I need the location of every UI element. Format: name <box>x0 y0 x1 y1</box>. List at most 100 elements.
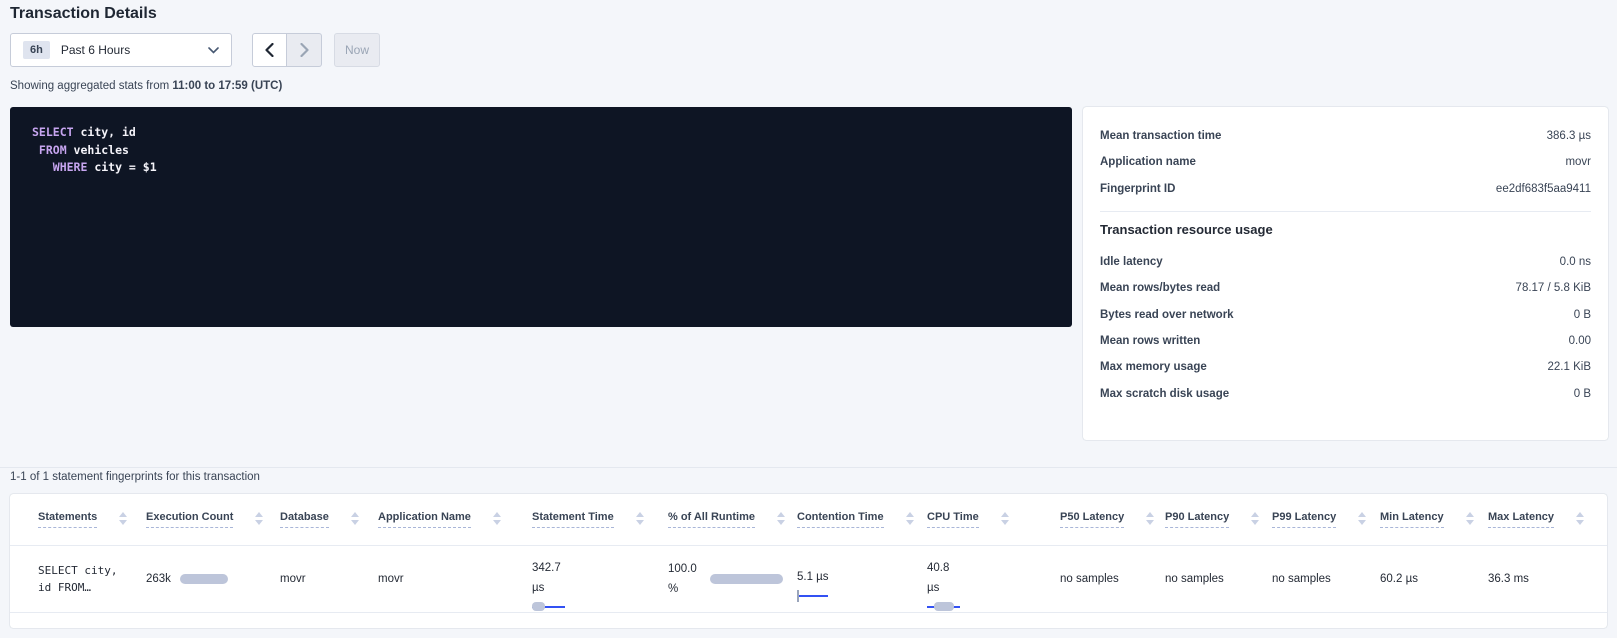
p50-latency-cell: no samples <box>1060 546 1165 612</box>
summary-value: 0 B <box>1574 388 1591 400</box>
max-latency-cell: 36.3 ms <box>1488 546 1608 612</box>
summary-row-bytes-read-over-network: Bytes read over network 0 B <box>1100 301 1591 327</box>
next-time-button[interactable] <box>287 33 322 67</box>
aggregation-subtitle: Showing aggregated stats from 11:00 to 1… <box>10 80 282 92</box>
column-header-statements: Statements <box>38 511 146 528</box>
cpu-time-bar <box>927 602 960 612</box>
sort-icon[interactable] <box>1466 512 1474 525</box>
min-latency-cell: 60.2 µs <box>1380 546 1488 612</box>
column-header-contention-time: Contention Time <box>797 511 927 528</box>
pct-runtime-unit: % <box>668 582 697 597</box>
summary-value: 0.00 <box>1569 335 1591 347</box>
statement-line: id FROM… <box>38 579 146 596</box>
column-header-label[interactable]: Statements <box>38 511 97 528</box>
summary-value: movr <box>1565 156 1591 168</box>
sql-keyword: FROM <box>32 143 67 157</box>
page-title: Transaction Details <box>10 5 157 23</box>
execution-count-value: 263k <box>146 573 171 585</box>
card-divider <box>1100 211 1591 212</box>
sort-icon[interactable] <box>1576 512 1584 525</box>
pct-runtime-cell: 100.0 % <box>668 546 797 612</box>
sort-icon[interactable] <box>351 512 359 525</box>
summary-label: Idle latency <box>1100 256 1163 268</box>
sort-icon[interactable] <box>777 512 785 525</box>
sort-icon[interactable] <box>255 512 263 525</box>
column-header-label[interactable]: P90 Latency <box>1165 511 1229 528</box>
summary-value: 78.17 / 5.8 KiB <box>1516 282 1591 294</box>
transaction-details-page: Transaction Details 6h Past 6 Hours Now … <box>0 0 1617 638</box>
database-cell: movr <box>280 546 378 612</box>
statement-time-cell: 342.7 µs <box>532 546 668 612</box>
sort-icon[interactable] <box>1001 512 1009 525</box>
section-divider <box>0 467 1617 468</box>
column-header-label[interactable]: Database <box>280 511 329 528</box>
chevron-down-icon <box>208 47 219 54</box>
column-header-label[interactable]: Max Latency <box>1488 511 1554 528</box>
summary-value: 386.3 µs <box>1547 130 1591 142</box>
pct-runtime-bar <box>710 574 783 584</box>
time-nav-group <box>252 33 322 67</box>
now-button[interactable]: Now <box>334 33 380 67</box>
column-header-label[interactable]: Min Latency <box>1380 511 1444 528</box>
summary-label: Bytes read over network <box>1100 309 1234 321</box>
time-range-dropdown[interactable]: 6h Past 6 Hours <box>10 33 232 67</box>
sort-icon[interactable] <box>1358 512 1366 525</box>
sort-icon[interactable] <box>906 512 914 525</box>
column-header-min-latency: Min Latency <box>1380 511 1488 528</box>
summary-row-mean-rows-written: Mean rows written 0.00 <box>1100 328 1591 354</box>
contention-time-value: 5.1 µs <box>797 571 927 583</box>
column-header-p50-latency: P50 Latency <box>1060 511 1165 528</box>
column-header-label[interactable]: Contention Time <box>797 511 884 528</box>
contention-time-cell: 5.1 µs <box>797 546 927 612</box>
statement-line: SELECT city, <box>38 562 146 579</box>
sql-text: city, id <box>74 125 136 139</box>
column-header-max-latency: Max Latency <box>1488 511 1608 528</box>
column-header-label[interactable]: P99 Latency <box>1272 511 1336 528</box>
summary-label: Mean rows written <box>1100 335 1200 347</box>
summary-value: 0 B <box>1574 309 1591 321</box>
prev-time-button[interactable] <box>252 33 287 67</box>
sort-icon[interactable] <box>1146 512 1154 525</box>
column-header-label[interactable]: P50 Latency <box>1060 511 1124 528</box>
sql-line: FROM vehicles <box>32 142 1050 160</box>
summary-value: 22.1 KiB <box>1548 361 1591 373</box>
sql-line: SELECT city, id <box>32 124 1050 142</box>
summary-label: Mean rows/bytes read <box>1100 282 1220 294</box>
statement-time-value: 342.7 <box>532 561 668 576</box>
sql-line: WHERE city = $1 <box>32 159 1050 177</box>
column-header-statement-time: Statement Time <box>532 511 668 528</box>
column-header-label[interactable]: Application Name <box>378 511 471 528</box>
sql-text: vehicles <box>67 143 129 157</box>
summary-row-max-memory-usage: Max memory usage 22.1 KiB <box>1100 354 1591 380</box>
time-range-label: Past 6 Hours <box>61 43 197 57</box>
summary-row-max-scratch-disk-usage: Max scratch disk usage 0 B <box>1100 380 1591 406</box>
pct-runtime-value: 100.0 <box>668 562 697 577</box>
column-header-label[interactable]: CPU Time <box>927 511 979 528</box>
subtitle-range: 11:00 to 17:59 (UTC) <box>172 80 282 92</box>
statements-caption: 1-1 of 1 statement fingerprints for this… <box>10 471 260 483</box>
summary-label: Max memory usage <box>1100 361 1207 373</box>
application-name-cell: movr <box>378 546 532 612</box>
contention-time-bar <box>797 590 828 602</box>
statements-table-card: Statements Execution Count Database Appl… <box>10 494 1607 628</box>
subtitle-prefix: Showing aggregated stats from <box>10 80 172 92</box>
summary-label: Application name <box>1100 156 1196 168</box>
statement-fingerprint-link[interactable]: SELECT city, id FROM… <box>38 546 146 612</box>
sort-icon[interactable] <box>493 512 501 525</box>
column-header-label[interactable]: Execution Count <box>146 511 233 528</box>
sort-icon[interactable] <box>1251 512 1259 525</box>
column-header-application-name: Application Name <box>378 511 532 528</box>
column-header-label[interactable]: Statement Time <box>532 511 614 528</box>
column-header-execution-count: Execution Count <box>146 511 280 528</box>
summary-row-fingerprint-id: Fingerprint ID ee2df683f5aa9411 <box>1100 176 1591 202</box>
sql-keyword: SELECT <box>32 125 74 139</box>
time-range-badge: 6h <box>23 41 50 59</box>
resource-usage-title: Transaction resource usage <box>1100 222 1591 237</box>
column-header-cpu-time: CPU Time <box>927 511 1060 528</box>
column-header-label[interactable]: % of All Runtime <box>668 511 755 528</box>
sql-keyword: WHERE <box>32 160 87 174</box>
sort-icon[interactable] <box>119 512 127 525</box>
statement-time-bar <box>532 602 565 612</box>
transaction-summary-card: Mean transaction time 386.3 µs Applicati… <box>1083 107 1608 440</box>
sort-icon[interactable] <box>636 512 644 525</box>
